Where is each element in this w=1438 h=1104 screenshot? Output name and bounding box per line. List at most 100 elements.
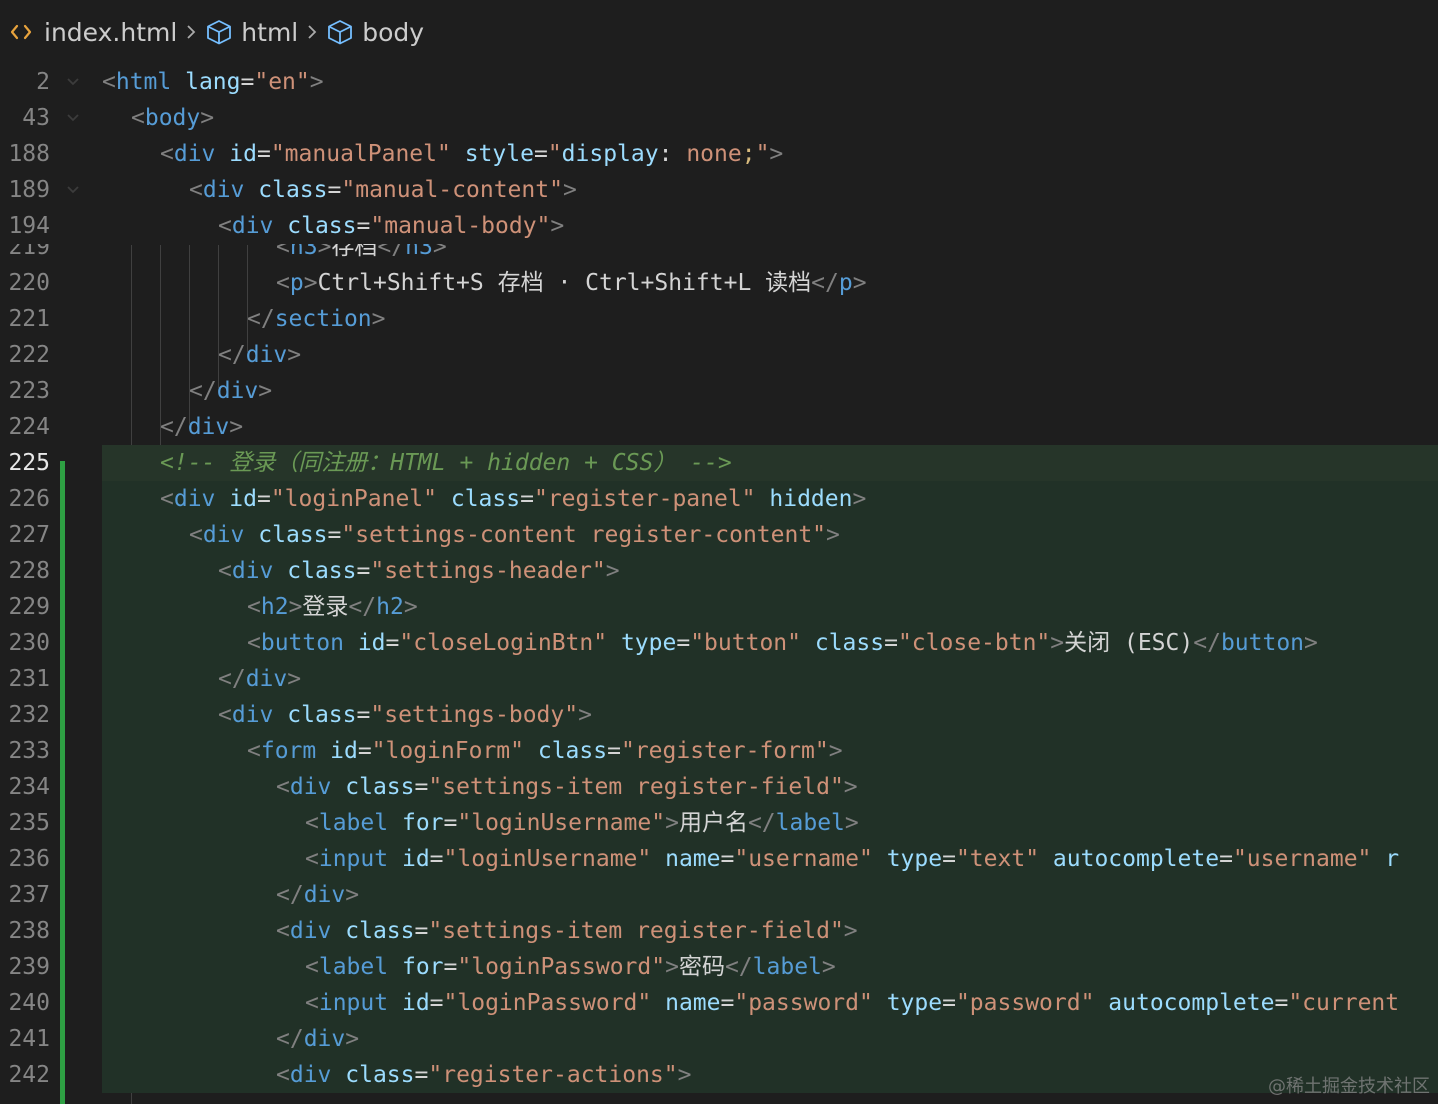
code-line[interactable]: 222 </div> bbox=[0, 337, 1438, 373]
code-text: </section> bbox=[247, 306, 386, 332]
line-number: 237 bbox=[8, 882, 50, 908]
code-line[interactable]: 221 </section> bbox=[0, 301, 1438, 337]
line-number: 236 bbox=[8, 846, 50, 872]
line-number: 231 bbox=[8, 666, 50, 692]
code-text: <div class="manual-body"> bbox=[218, 213, 565, 239]
code-text: <div class="manual-content"> bbox=[189, 177, 577, 203]
code-lines: 219 <h3>存档</h3> 220 <p>Ctrl+Shift+S 存档 ·… bbox=[0, 234, 1438, 1104]
line-number: 238 bbox=[8, 918, 50, 944]
code-line[interactable]: 236 <input id="loginUsername" name="user… bbox=[8, 841, 1438, 877]
line-number: 229 bbox=[8, 594, 50, 620]
code-line[interactable]: 237 </div> bbox=[8, 877, 1438, 913]
line-number: 239 bbox=[8, 954, 50, 980]
code-text: <label for="loginUsername">用户名</label> bbox=[305, 810, 859, 836]
chevron-down-icon[interactable] bbox=[66, 172, 80, 208]
code-text: <div class="settings-item register-field… bbox=[276, 918, 858, 944]
code-text: <body> bbox=[131, 105, 215, 131]
line-number: 221 bbox=[8, 306, 50, 332]
code-line[interactable]: 242 <div class="register-actions"> bbox=[8, 1057, 1438, 1093]
code-text: <h2>登录</h2> bbox=[247, 594, 418, 620]
code-text: <input id="loginUsername" name="username… bbox=[305, 846, 1400, 872]
breadcrumb-file[interactable]: index.html bbox=[10, 18, 177, 47]
chevron-down-icon[interactable] bbox=[66, 64, 80, 100]
code-text: </div> bbox=[276, 882, 360, 908]
code-text: <div class="settings-body"> bbox=[218, 702, 592, 728]
line-number: 224 bbox=[8, 414, 50, 440]
line-number: 233 bbox=[8, 738, 50, 764]
code-line[interactable]: 232 <div class="settings-body"> bbox=[8, 697, 1438, 733]
code-line[interactable]: 223 </div> bbox=[0, 373, 1438, 409]
line-number: 235 bbox=[8, 810, 50, 836]
line-number: 225 bbox=[8, 450, 50, 476]
line-number: 222 bbox=[8, 342, 50, 368]
code-line[interactable]: 224 </div> bbox=[0, 409, 1438, 445]
code-text: <div class="settings-item register-field… bbox=[276, 774, 858, 800]
breadcrumb-item-body[interactable]: body bbox=[326, 18, 424, 47]
sticky-line[interactable]: 189 <div class="manual-content"> bbox=[0, 172, 1438, 208]
git-added-indicator[interactable] bbox=[60, 461, 65, 1104]
line-number: 188 bbox=[8, 141, 50, 167]
code-text: </div> bbox=[218, 342, 302, 368]
code-text: <div class="settings-header"> bbox=[218, 558, 620, 584]
line-number: 240 bbox=[8, 990, 50, 1016]
breadcrumb-file-label: index.html bbox=[44, 17, 178, 47]
chevron-down-icon[interactable] bbox=[66, 100, 80, 136]
code-line[interactable]: 231 </div> bbox=[8, 661, 1438, 697]
code-line[interactable]: 234 <div class="settings-item register-f… bbox=[8, 769, 1438, 805]
line-number: 230 bbox=[8, 630, 50, 656]
code-text: <p>Ctrl+Shift+S 存档 · Ctrl+Shift+L 读档</p> bbox=[276, 270, 867, 296]
code-line[interactable]: 233 <form id="loginForm" class="register… bbox=[8, 733, 1438, 769]
code-line[interactable]: 229 <h2>登录</h2> bbox=[8, 589, 1438, 625]
code-editor[interactable]: 2 <html lang="en"> 43 <body> 188 <div id… bbox=[0, 64, 1438, 1104]
breadcrumb-item-html[interactable]: html bbox=[205, 18, 298, 47]
code-text: </div> bbox=[218, 666, 302, 692]
code-text: <button id="closeLoginBtn" type="button"… bbox=[247, 630, 1318, 656]
code-text: <div id="loginPanel" class="register-pan… bbox=[160, 486, 867, 512]
line-number: 223 bbox=[8, 378, 50, 404]
line-number: 242 bbox=[8, 1062, 50, 1088]
line-number: 189 bbox=[8, 177, 50, 203]
line-number: 2 bbox=[36, 69, 50, 95]
code-text: <form id="loginForm" class="register-for… bbox=[247, 738, 843, 764]
line-number: 232 bbox=[8, 702, 50, 728]
line-number: 228 bbox=[8, 558, 50, 584]
code-line[interactable]: 239 <label for="loginPassword">密码</label… bbox=[8, 949, 1438, 985]
code-line[interactable]: 240 <input id="loginPassword" name="pass… bbox=[8, 985, 1438, 1021]
cube-icon bbox=[326, 19, 354, 45]
breadcrumb-item-label: body bbox=[362, 17, 425, 47]
code-line[interactable]: 235 <label for="loginUsername">用户名</labe… bbox=[8, 805, 1438, 841]
code-line[interactable]: 238 <div class="settings-item register-f… bbox=[8, 913, 1438, 949]
cube-icon bbox=[205, 19, 233, 45]
chevron-right-icon bbox=[186, 24, 196, 40]
line-number: 226 bbox=[8, 486, 50, 512]
code-text: <div class="register-actions"> bbox=[276, 1062, 692, 1088]
sticky-line[interactable]: 188 <div id="manualPanel" style="display… bbox=[0, 136, 1438, 172]
breadcrumb: index.html html body bbox=[0, 0, 1438, 64]
sticky-scroll: 2 <html lang="en"> 43 <body> 188 <div id… bbox=[0, 64, 1438, 244]
breadcrumb-item-label: html bbox=[241, 17, 299, 47]
code-line-current[interactable]: 225 <!-- 登录（同注册：HTML + hidden + CSS） --> bbox=[8, 445, 1438, 481]
code-text: <input id="loginPassword" name="password… bbox=[305, 990, 1400, 1016]
sticky-line[interactable]: 194 <div class="manual-body"> bbox=[0, 208, 1438, 244]
line-number: 241 bbox=[8, 1026, 50, 1052]
code-text: <label for="loginPassword">密码</label> bbox=[305, 954, 836, 980]
code-line[interactable]: 241 </div> bbox=[8, 1021, 1438, 1057]
code-line[interactable]: 228 <div class="settings-header"> bbox=[8, 553, 1438, 589]
code-text: </div> bbox=[160, 414, 244, 440]
sticky-line[interactable]: 43 <body> bbox=[0, 100, 1438, 136]
code-line[interactable]: 220 <p>Ctrl+Shift+S 存档 · Ctrl+Shift+L 读档… bbox=[0, 265, 1438, 301]
line-number: 220 bbox=[8, 270, 50, 296]
watermark: @稀土掘金技术社区 bbox=[1268, 1076, 1430, 1097]
code-text: </div> bbox=[276, 1026, 360, 1052]
code-text: <div class="settings-content register-co… bbox=[189, 522, 840, 548]
sticky-line[interactable]: 2 <html lang="en"> bbox=[0, 64, 1438, 100]
line-number: 43 bbox=[22, 105, 50, 131]
line-number: 227 bbox=[8, 522, 50, 548]
code-line[interactable]: 230 <button id="closeLoginBtn" type="but… bbox=[8, 625, 1438, 661]
code-line[interactable]: 227 <div class="settings-content registe… bbox=[8, 517, 1438, 553]
line-number: 234 bbox=[8, 774, 50, 800]
code-line[interactable]: 226 <div id="loginPanel" class="register… bbox=[8, 481, 1438, 517]
line-number: 194 bbox=[8, 213, 50, 239]
code-text: <html lang="en"> bbox=[102, 69, 324, 95]
code-text: </div> bbox=[189, 378, 273, 404]
